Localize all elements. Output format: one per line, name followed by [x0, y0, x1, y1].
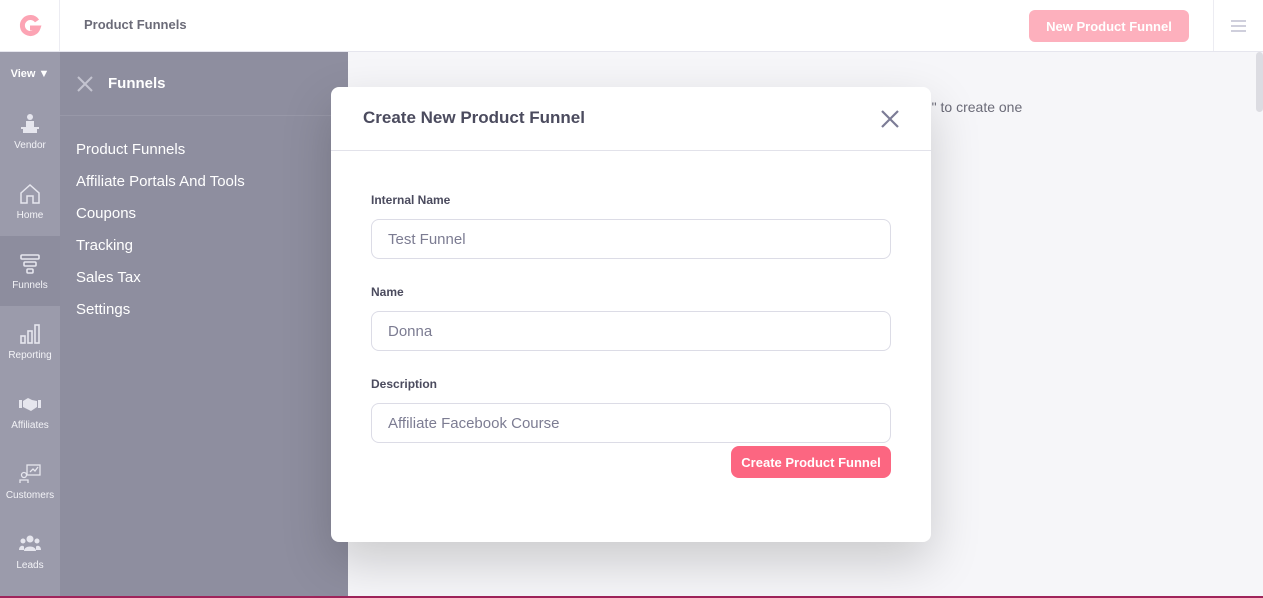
- modal-header: Create New Product Funnel: [331, 87, 931, 151]
- subnav-list: Product Funnels Affiliate Portals And To…: [60, 116, 348, 326]
- internal-name-label: Internal Name: [371, 193, 451, 207]
- subnav-link-product-funnels[interactable]: Product Funnels: [60, 134, 348, 166]
- nav-label: Funnels: [12, 279, 48, 291]
- top-bar: Product Funnels New Product Funnel: [0, 0, 1263, 52]
- subnav-link-coupons[interactable]: Coupons: [60, 198, 348, 230]
- new-product-funnel-button[interactable]: New Product Funnel: [1029, 10, 1189, 42]
- name-label: Name: [371, 285, 404, 299]
- funnel-icon: [20, 253, 40, 274]
- description-label: Description: [371, 377, 438, 391]
- vendor-icon: [21, 113, 39, 133]
- nav-item-funnels[interactable]: Funnels: [0, 236, 60, 306]
- subnav-header: Funnels: [60, 52, 348, 116]
- nav-label: Affiliates: [11, 419, 49, 431]
- home-icon: [20, 183, 40, 204]
- nav-label: Customers: [5, 489, 55, 501]
- subnav-link-affiliate-portals[interactable]: Affiliate Portals And Tools: [60, 166, 348, 198]
- users-icon: [19, 535, 41, 551]
- internal-name-input[interactable]: [371, 219, 891, 259]
- funnels-subnav: Funnels Product Funnels Affiliate Portal…: [60, 52, 348, 598]
- create-funnel-modal: Create New Product Funnel Internal Name …: [331, 87, 931, 542]
- logo[interactable]: [0, 0, 60, 51]
- presentation-icon: [19, 463, 41, 483]
- menu-button[interactable]: [1213, 0, 1263, 51]
- name-input[interactable]: [371, 311, 891, 351]
- close-icon[interactable]: [76, 75, 94, 93]
- subnav-link-tracking[interactable]: Tracking: [60, 230, 348, 262]
- subnav-link-sales-tax[interactable]: Sales Tax: [60, 262, 348, 294]
- nav-item-leads[interactable]: Leads: [0, 516, 60, 586]
- page-title: Product Funnels: [84, 17, 187, 32]
- nav-item-affiliates[interactable]: Affiliates: [0, 376, 60, 446]
- icon-sidebar: View ▼ Vendor Home Funnels Reporting Aff…: [0, 52, 60, 598]
- bar-chart-icon: [20, 323, 40, 344]
- description-input[interactable]: [371, 403, 891, 443]
- create-product-funnel-button[interactable]: Create Product Funnel: [731, 446, 891, 478]
- nav-item-reporting[interactable]: Reporting: [0, 306, 60, 376]
- subnav-title: Funnels: [108, 75, 166, 92]
- brand-logo-icon: [19, 14, 41, 36]
- nav-item-home[interactable]: Home: [0, 166, 60, 236]
- view-toggle[interactable]: View ▼: [0, 52, 60, 96]
- nav-label: Home: [16, 209, 44, 221]
- nav-label: Reporting: [8, 349, 52, 361]
- scrollbar[interactable]: [1256, 52, 1263, 112]
- empty-state-hint: te" to create one: [920, 99, 1023, 115]
- subnav-link-settings[interactable]: Settings: [60, 294, 348, 326]
- handshake-icon: [19, 397, 41, 411]
- nav-label: Vendor: [14, 139, 46, 151]
- nav-item-customers[interactable]: Customers: [0, 446, 60, 516]
- modal-body: Internal Name Name Description: [331, 151, 931, 469]
- modal-title: Create New Product Funnel: [363, 108, 585, 127]
- close-icon[interactable]: [879, 108, 901, 130]
- nav-item-vendor[interactable]: Vendor: [0, 96, 60, 166]
- nav-label: Leads: [16, 559, 44, 571]
- hamburger-icon: [1231, 17, 1246, 35]
